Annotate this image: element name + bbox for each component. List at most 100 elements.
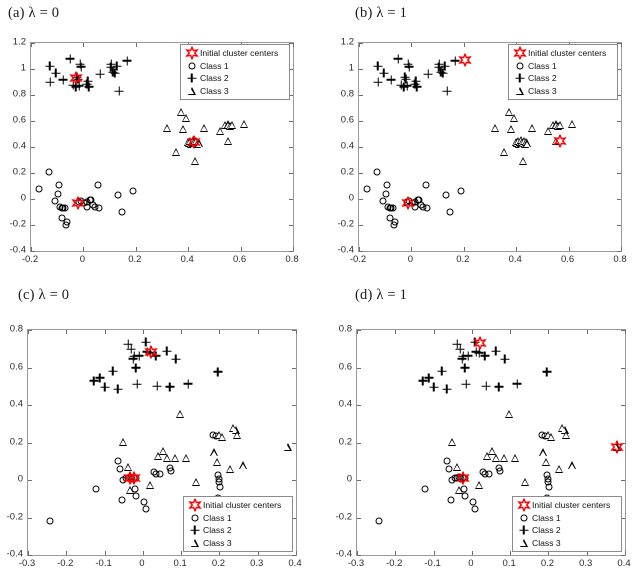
legend-row-star: Initial cluster centers xyxy=(183,45,285,62)
x-tick-label: 0.6 xyxy=(232,254,247,265)
y-tickmark xyxy=(359,251,363,252)
x-tick-label: 0.3 xyxy=(579,558,593,569)
class3-triangle-marker xyxy=(187,86,196,95)
y-tick-label: 1.2 xyxy=(12,36,26,48)
legend-label: Class 2 xyxy=(200,73,229,83)
class1-circle-marker xyxy=(188,62,195,70)
y-tickmark xyxy=(31,251,35,252)
x-tick-label: -0.2 xyxy=(57,558,74,569)
legend-symbol-plus xyxy=(186,524,203,537)
triangle-inner-fill xyxy=(188,89,195,95)
x-tick-label: 0 xyxy=(79,254,86,265)
x-tick-label: 0 xyxy=(407,254,414,265)
x-tick-label: 0 xyxy=(468,558,474,569)
cluster-center-star-icon xyxy=(456,469,471,486)
panel-a-title: (a) λ = 0 xyxy=(8,5,60,21)
cluster-center-star-icon xyxy=(184,45,199,62)
y-tickmark xyxy=(28,555,32,556)
x-tick-label: 0 xyxy=(139,558,145,569)
legend-label: Initial cluster centers xyxy=(200,48,279,58)
y-tick-label: 0.4 xyxy=(12,140,26,152)
legend-d[interactable]: Initial cluster centers Class 1 Class 2 Cla… xyxy=(512,496,622,552)
x-tick-label: 0.2 xyxy=(128,254,142,265)
y-tickmark-right xyxy=(621,555,625,556)
class1-circle-marker xyxy=(516,62,523,70)
legend-c[interactable]: Initial cluster centers Class 1 Class 2 Cla… xyxy=(183,496,293,552)
legend-row-star: Initial cluster centers xyxy=(515,497,617,514)
panel-c-title: (c) λ = 0 xyxy=(18,287,70,303)
x-tick-label: 0.4 xyxy=(617,558,631,569)
triangle-inner-fill xyxy=(520,541,527,547)
y-tick-label: 0 xyxy=(348,192,354,204)
legend-row-triangle: Class 3 xyxy=(515,537,617,550)
x-tick-label: 0.4 xyxy=(180,254,194,265)
legend-symbol-triangle xyxy=(511,85,528,98)
panel-b-title: (b) λ = 1 xyxy=(355,5,408,21)
legend-symbol-star xyxy=(515,497,532,514)
y-tick-label: -0.2 xyxy=(9,218,26,230)
legend-row-plus: Class 2 xyxy=(511,72,613,85)
legend-row-star: Initial cluster centers xyxy=(186,497,288,514)
panel-d: (d) λ = 1 -0.4 -0.2 0 0.2 0.4 0.6 0.8 -0.3 -0.2-… xyxy=(320,285,640,575)
x-tickmark xyxy=(293,247,294,251)
y-tick-label: 0.6 xyxy=(9,361,23,372)
x-tickmark-top xyxy=(296,330,297,334)
legend-symbol-circle xyxy=(186,512,203,525)
x-tickmark-top xyxy=(621,43,622,47)
x-tick-label: 0.2 xyxy=(540,558,555,569)
x-tick-label: -0.1 xyxy=(95,558,112,569)
legend-label: Class 1 xyxy=(200,60,229,71)
y-tick-label: 0.2 xyxy=(338,436,352,447)
legend-symbol-circle xyxy=(511,60,528,73)
triangle-inner-fill xyxy=(191,541,198,547)
figure-container: (a) λ = 0 -0.4 -0.2 0 0.2 0.4 0.6 0.8 1 1.2 -0.2 0… xyxy=(0,0,640,581)
x-tickmark xyxy=(621,247,622,251)
x-tick-label: 0.1 xyxy=(173,558,187,569)
y-tick-label: 0.2 xyxy=(12,166,26,178)
legend-b[interactable]: Initial cluster centers Class 1 Class 2 Cla… xyxy=(508,44,618,100)
y-tick-label: 0.6 xyxy=(338,361,352,372)
class3-triangle-marker xyxy=(190,538,199,547)
legend-label: Class 3 xyxy=(528,85,557,96)
legend-symbol-triangle xyxy=(183,85,200,98)
legend-symbol-star xyxy=(186,497,203,514)
class2-plus-marker xyxy=(515,74,524,83)
triangle-inner-fill xyxy=(516,89,523,95)
x-tick-label: -0.2 xyxy=(21,254,39,265)
legend-symbol-circle xyxy=(183,60,200,73)
cluster-center-star-icon xyxy=(69,69,83,86)
legend-row-plus: Class 2 xyxy=(515,524,617,537)
y-tick-label: 0.6 xyxy=(12,114,26,126)
legend-symbol-triangle xyxy=(515,537,532,550)
legend-symbol-plus xyxy=(511,72,528,85)
x-tickmark-top xyxy=(293,43,294,47)
legend-row-circle: Class 1 xyxy=(186,512,288,525)
x-tickmark-top xyxy=(625,330,626,334)
class3-triangle-marker xyxy=(515,86,524,95)
legend-symbol-plus xyxy=(515,524,532,537)
x-tickmark xyxy=(625,551,626,555)
cluster-center-star-icon xyxy=(187,133,202,150)
y-tick-label: -0.2 xyxy=(6,511,23,522)
y-tick-label: 1.2 xyxy=(340,36,354,48)
legend-label: Class 3 xyxy=(203,537,232,548)
x-tick-label: 0.4 xyxy=(288,558,302,569)
x-tickmark xyxy=(296,551,297,555)
legend-label: Initial cluster centers xyxy=(532,500,611,510)
x-tick-label: 0.3 xyxy=(250,558,264,569)
class2-plus-marker xyxy=(187,74,196,83)
legend-row-triangle: Class 3 xyxy=(183,85,285,98)
y-tick-label: 0.8 xyxy=(340,88,354,100)
legend-a[interactable]: Initial cluster centers Class 1 Class 2 Cla… xyxy=(180,44,290,100)
cluster-center-star-icon xyxy=(552,132,567,149)
x-tick-label: -0.3 xyxy=(18,558,36,569)
x-tick-label: 0.2 xyxy=(456,254,470,265)
legend-row-circle: Class 1 xyxy=(515,512,617,525)
x-tick-label: 0.1 xyxy=(502,558,516,569)
panel-a: (a) λ = 0 -0.4 -0.2 0 0.2 0.4 0.6 0.8 1 1.2 -0.2 0… xyxy=(0,0,320,290)
y-tick-label: 0.2 xyxy=(340,166,354,178)
x-tick-label: -0.1 xyxy=(424,558,441,569)
y-tick-label: 0.4 xyxy=(338,398,352,410)
y-tick-label: 1 xyxy=(348,62,354,74)
legend-symbol-star xyxy=(183,45,200,62)
